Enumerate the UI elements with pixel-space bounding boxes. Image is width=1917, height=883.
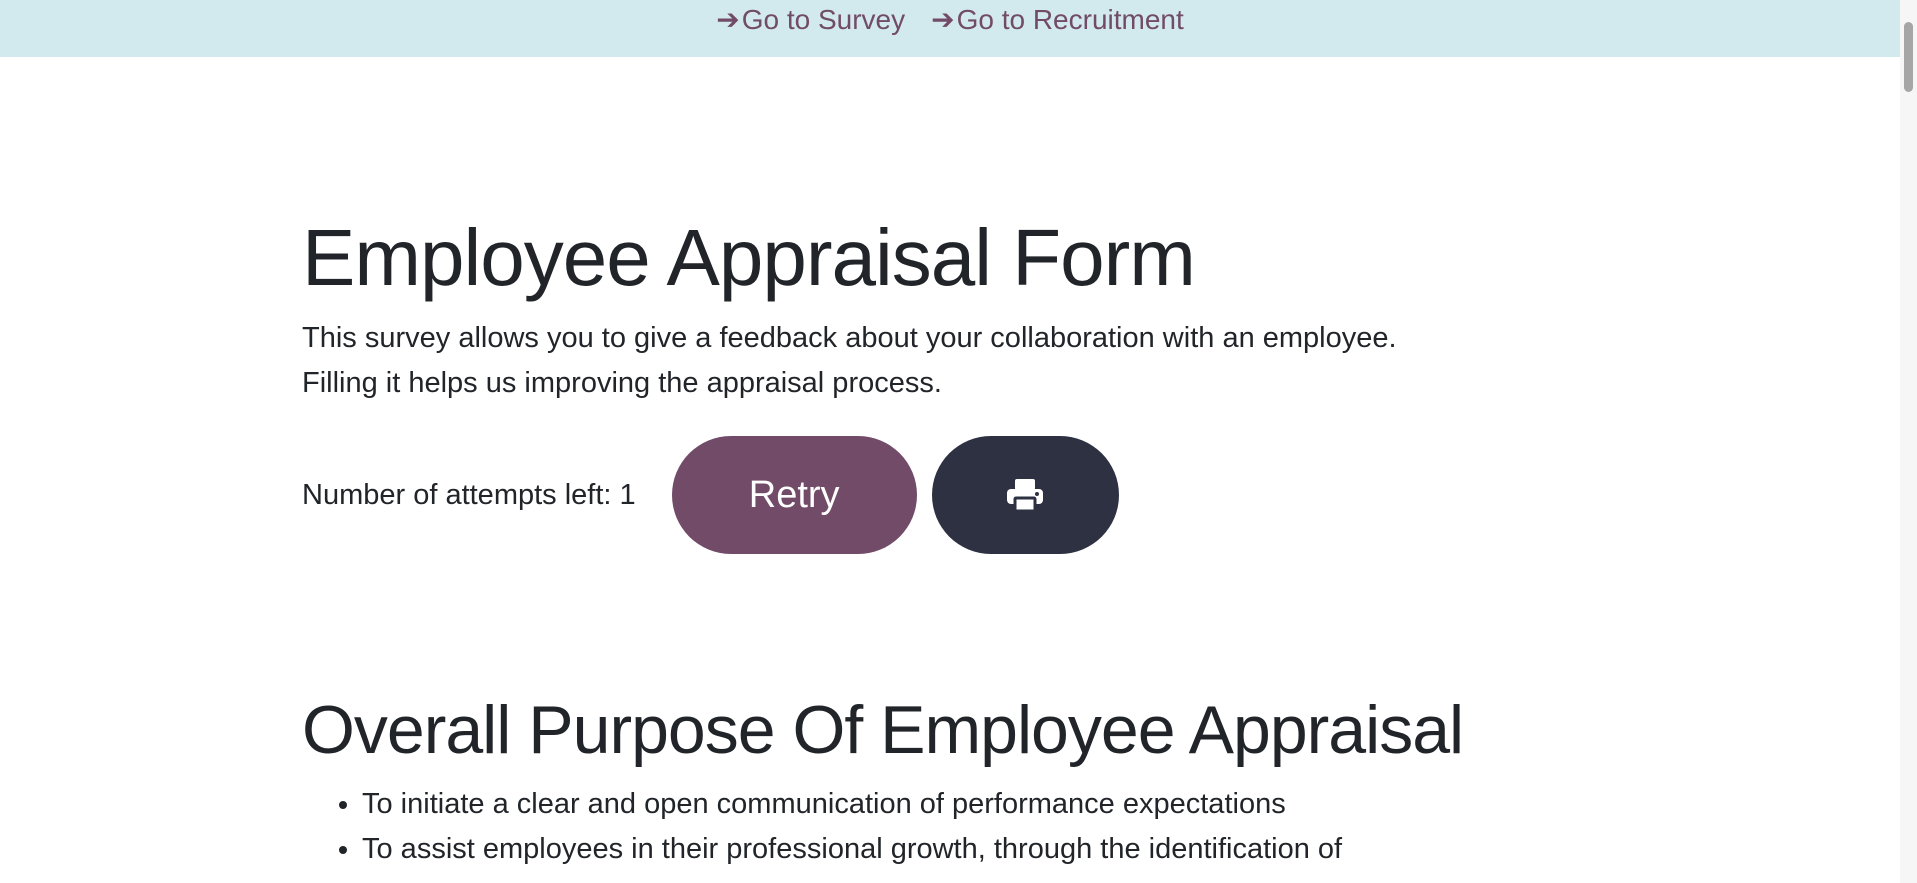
arrow-right-icon: ➔ bbox=[931, 4, 955, 35]
list-item: To assist employees in their professiona… bbox=[362, 827, 1602, 872]
description-line-2: Filling it helps us improving the apprai… bbox=[302, 367, 942, 399]
section-heading: Overall Purpose Of Employee Appraisal bbox=[302, 692, 1464, 768]
description-line-1: This survey allows you to give a feedbac… bbox=[302, 322, 1397, 354]
arrow-right-icon: ➔ bbox=[716, 4, 740, 35]
vertical-scrollbar[interactable] bbox=[1900, 0, 1917, 883]
top-navigation-bar: ➔ Go to Survey ➔ Go to Recruitment bbox=[0, 0, 1900, 57]
survey-content: Employee Appraisal Form This survey allo… bbox=[302, 200, 1602, 872]
survey-description: This survey allows you to give a feedbac… bbox=[302, 316, 1602, 406]
attempts-left-text: Number of attempts left: 1 bbox=[302, 478, 636, 511]
list-item: To initiate a clear and open communicati… bbox=[362, 782, 1602, 827]
scrollbar-thumb[interactable] bbox=[1904, 22, 1913, 92]
print-icon bbox=[1007, 479, 1044, 512]
survey-actions: Number of attempts left: 1 Retry bbox=[302, 436, 1602, 554]
print-button[interactable] bbox=[931, 436, 1119, 554]
retry-button[interactable]: Retry bbox=[671, 436, 917, 554]
go-to-survey-link[interactable]: ➔ Go to Survey bbox=[716, 3, 905, 36]
go-to-recruitment-link[interactable]: ➔ Go to Recruitment bbox=[931, 3, 1184, 36]
survey-title: Employee Appraisal Form bbox=[302, 213, 1196, 302]
go-to-recruitment-label: Go to Recruitment bbox=[956, 3, 1184, 35]
go-to-survey-label: Go to Survey bbox=[741, 3, 906, 35]
purpose-list: To initiate a clear and open communicati… bbox=[302, 782, 1602, 872]
